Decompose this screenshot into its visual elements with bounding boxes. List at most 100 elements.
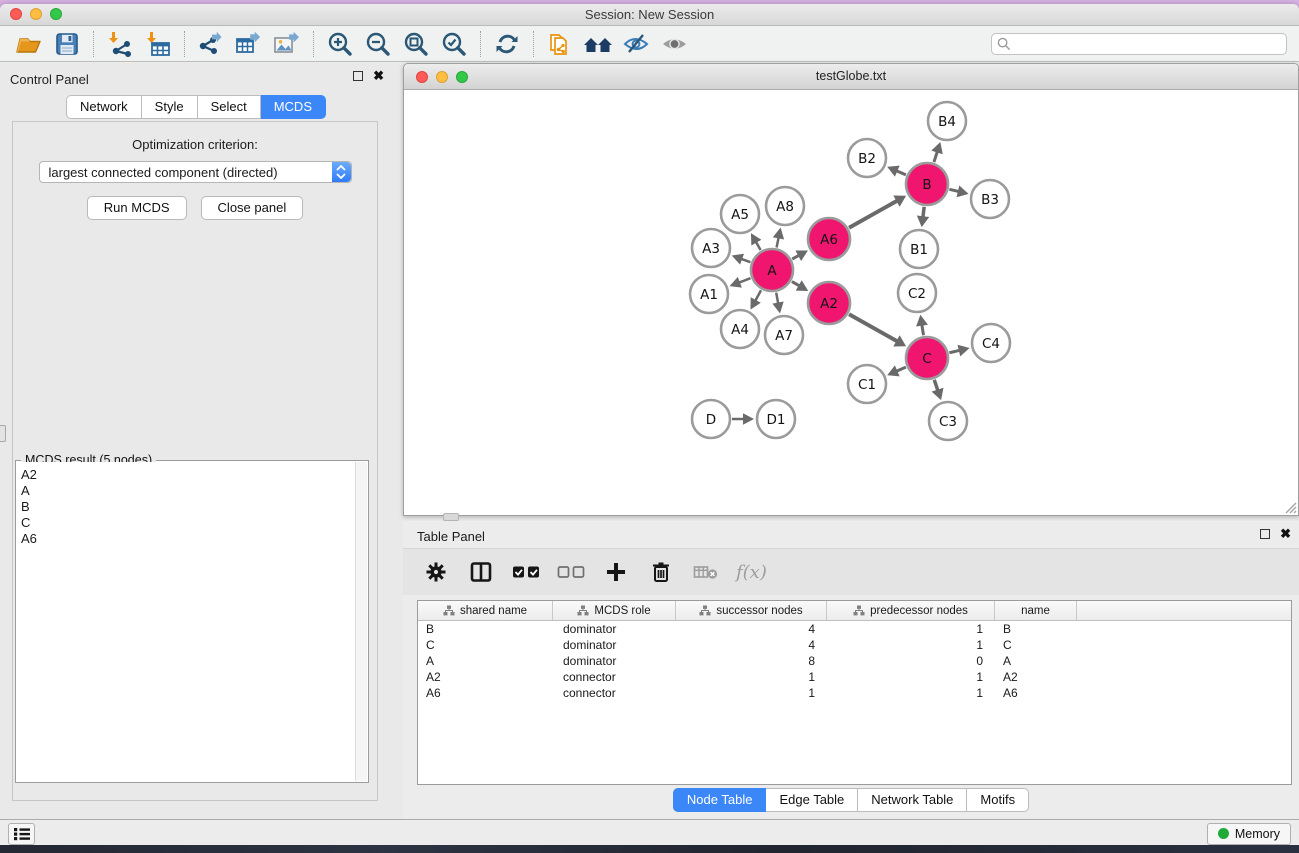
edge-B-B4[interactable] xyxy=(934,151,937,162)
edge-A-A5[interactable] xyxy=(756,242,761,250)
graph-node-A4[interactable]: A4 xyxy=(721,310,759,348)
edge-B-B1[interactable] xyxy=(923,207,924,217)
new-network-from-selection-icon[interactable] xyxy=(541,28,579,60)
graph-node-A2[interactable]: A2 xyxy=(808,282,850,324)
export-table-icon[interactable] xyxy=(230,28,268,60)
graph-node-A3[interactable]: A3 xyxy=(692,229,730,267)
zoom-out-icon[interactable] xyxy=(359,28,397,60)
result-scrollbar[interactable] xyxy=(355,462,367,781)
table-settings-icon[interactable] xyxy=(421,557,451,587)
cell-name[interactable]: A2 xyxy=(995,669,1077,685)
node-table[interactable]: shared nameMCDS rolesuccessor nodesprede… xyxy=(417,600,1292,785)
tab-motifs[interactable]: Motifs xyxy=(967,788,1029,812)
edge-A-A6[interactable] xyxy=(792,255,799,259)
edge-C-C4[interactable] xyxy=(949,350,959,352)
column-header-predecessor-nodes[interactable]: predecessor nodes xyxy=(827,601,995,620)
refresh-layout-icon[interactable] xyxy=(488,28,526,60)
cell-MCDS-role[interactable]: dominator xyxy=(553,653,676,669)
graph-node-C2[interactable]: C2 xyxy=(898,274,936,312)
cell-name[interactable]: A6 xyxy=(995,685,1077,701)
import-network-icon[interactable] xyxy=(101,28,139,60)
cell-shared-name[interactable]: B xyxy=(418,621,553,637)
cell-successor-nodes[interactable]: 1 xyxy=(676,669,827,685)
tab-select[interactable]: Select xyxy=(198,95,261,119)
add-column-icon[interactable] xyxy=(601,557,631,587)
edge-A-A3[interactable] xyxy=(741,259,750,262)
edge-A6-B[interactable] xyxy=(849,201,897,228)
mcds-result-list[interactable]: A2ABCA6 xyxy=(17,462,355,781)
splitter-handle-bottom[interactable] xyxy=(443,513,459,521)
graph-node-A1[interactable]: A1 xyxy=(690,275,728,313)
cell-predecessor-nodes[interactable]: 1 xyxy=(827,621,995,637)
split-columns-icon[interactable] xyxy=(466,557,496,587)
cell-predecessor-nodes[interactable]: 1 xyxy=(827,637,995,653)
criterion-dropdown[interactable]: largest connected component (directed) xyxy=(39,161,352,183)
graph-node-B2[interactable]: B2 xyxy=(848,139,886,177)
close-panel-icon[interactable]: ✖ xyxy=(373,71,384,81)
close-table-panel-icon[interactable]: ✖ xyxy=(1280,529,1291,539)
cell-MCDS-role[interactable]: dominator xyxy=(553,637,676,653)
table-row[interactable]: A6connector11A6 xyxy=(418,685,1291,701)
column-header-shared-name[interactable]: shared name xyxy=(418,601,553,620)
edge-B-B2[interactable] xyxy=(896,171,906,175)
edge-C-C3[interactable] xyxy=(934,380,938,391)
tab-mcds[interactable]: MCDS xyxy=(261,95,326,119)
table-row[interactable]: A2connector11A2 xyxy=(418,669,1291,685)
tab-style[interactable]: Style xyxy=(142,95,198,119)
export-network-icon[interactable] xyxy=(192,28,230,60)
graph-node-A8[interactable]: A8 xyxy=(766,187,804,225)
table-row[interactable]: Bdominator41B xyxy=(418,621,1291,637)
zoom-selected-icon[interactable] xyxy=(435,28,473,60)
import-table-icon[interactable] xyxy=(139,28,177,60)
column-header-MCDS-role[interactable]: MCDS role xyxy=(553,601,676,620)
delete-column-icon[interactable] xyxy=(646,557,676,587)
export-image-icon[interactable] xyxy=(268,28,306,60)
select-all-checkboxes-icon[interactable] xyxy=(511,557,541,587)
table-row[interactable]: Adominator80A xyxy=(418,653,1291,669)
result-item[interactable]: A xyxy=(17,483,355,499)
search-input[interactable] xyxy=(991,33,1287,55)
result-item[interactable]: A2 xyxy=(17,467,355,483)
graph-node-B3[interactable]: B3 xyxy=(971,180,1009,218)
edge-A-A2[interactable] xyxy=(792,282,800,286)
result-item[interactable]: A6 xyxy=(17,531,355,547)
cell-successor-nodes[interactable]: 8 xyxy=(676,653,827,669)
show-panels-icon[interactable] xyxy=(579,28,617,60)
graph-node-B1[interactable]: B1 xyxy=(900,230,938,268)
edge-A-A8[interactable] xyxy=(777,237,779,247)
cell-MCDS-role[interactable]: connector xyxy=(553,685,676,701)
task-history-button[interactable] xyxy=(8,823,35,845)
tab-network-table[interactable]: Network Table xyxy=(858,788,967,812)
graph-node-A[interactable]: A xyxy=(751,249,793,291)
edge-A2-C[interactable] xyxy=(849,314,897,341)
float-panel-icon[interactable] xyxy=(353,71,363,81)
cell-shared-name[interactable]: C xyxy=(418,637,553,653)
resize-grip-icon[interactable] xyxy=(1283,500,1297,514)
show-graphics-details-icon[interactable] xyxy=(655,28,693,60)
tab-node-table[interactable]: Node Table xyxy=(673,788,767,812)
cell-predecessor-nodes[interactable]: 1 xyxy=(827,685,995,701)
save-session-icon[interactable] xyxy=(48,28,86,60)
tab-edge-table[interactable]: Edge Table xyxy=(766,788,858,812)
cell-predecessor-nodes[interactable]: 1 xyxy=(827,669,995,685)
result-item[interactable]: B xyxy=(17,499,355,515)
graph-node-B[interactable]: B xyxy=(906,163,948,205)
splitter-handle-left[interactable] xyxy=(0,425,6,442)
hide-graphics-details-icon[interactable] xyxy=(617,28,655,60)
table-row[interactable]: Cdominator41C xyxy=(418,637,1291,653)
deselect-all-checkboxes-icon[interactable] xyxy=(556,557,586,587)
graph-node-B4[interactable]: B4 xyxy=(928,102,966,140)
edge-C-C2[interactable] xyxy=(922,325,924,336)
cell-successor-nodes[interactable]: 1 xyxy=(676,685,827,701)
graph-node-D[interactable]: D xyxy=(692,400,730,438)
cell-name[interactable]: C xyxy=(995,637,1077,653)
graph-node-A6[interactable]: A6 xyxy=(808,218,850,260)
zoom-in-icon[interactable] xyxy=(321,28,359,60)
cell-MCDS-role[interactable]: dominator xyxy=(553,621,676,637)
edge-A-A7[interactable] xyxy=(776,293,778,304)
cell-shared-name[interactable]: A xyxy=(418,653,553,669)
edge-C-C1[interactable] xyxy=(896,367,906,371)
column-header-successor-nodes[interactable]: successor nodes xyxy=(676,601,827,620)
edge-A-A4[interactable] xyxy=(755,290,761,301)
graph-node-C3[interactable]: C3 xyxy=(929,402,967,440)
